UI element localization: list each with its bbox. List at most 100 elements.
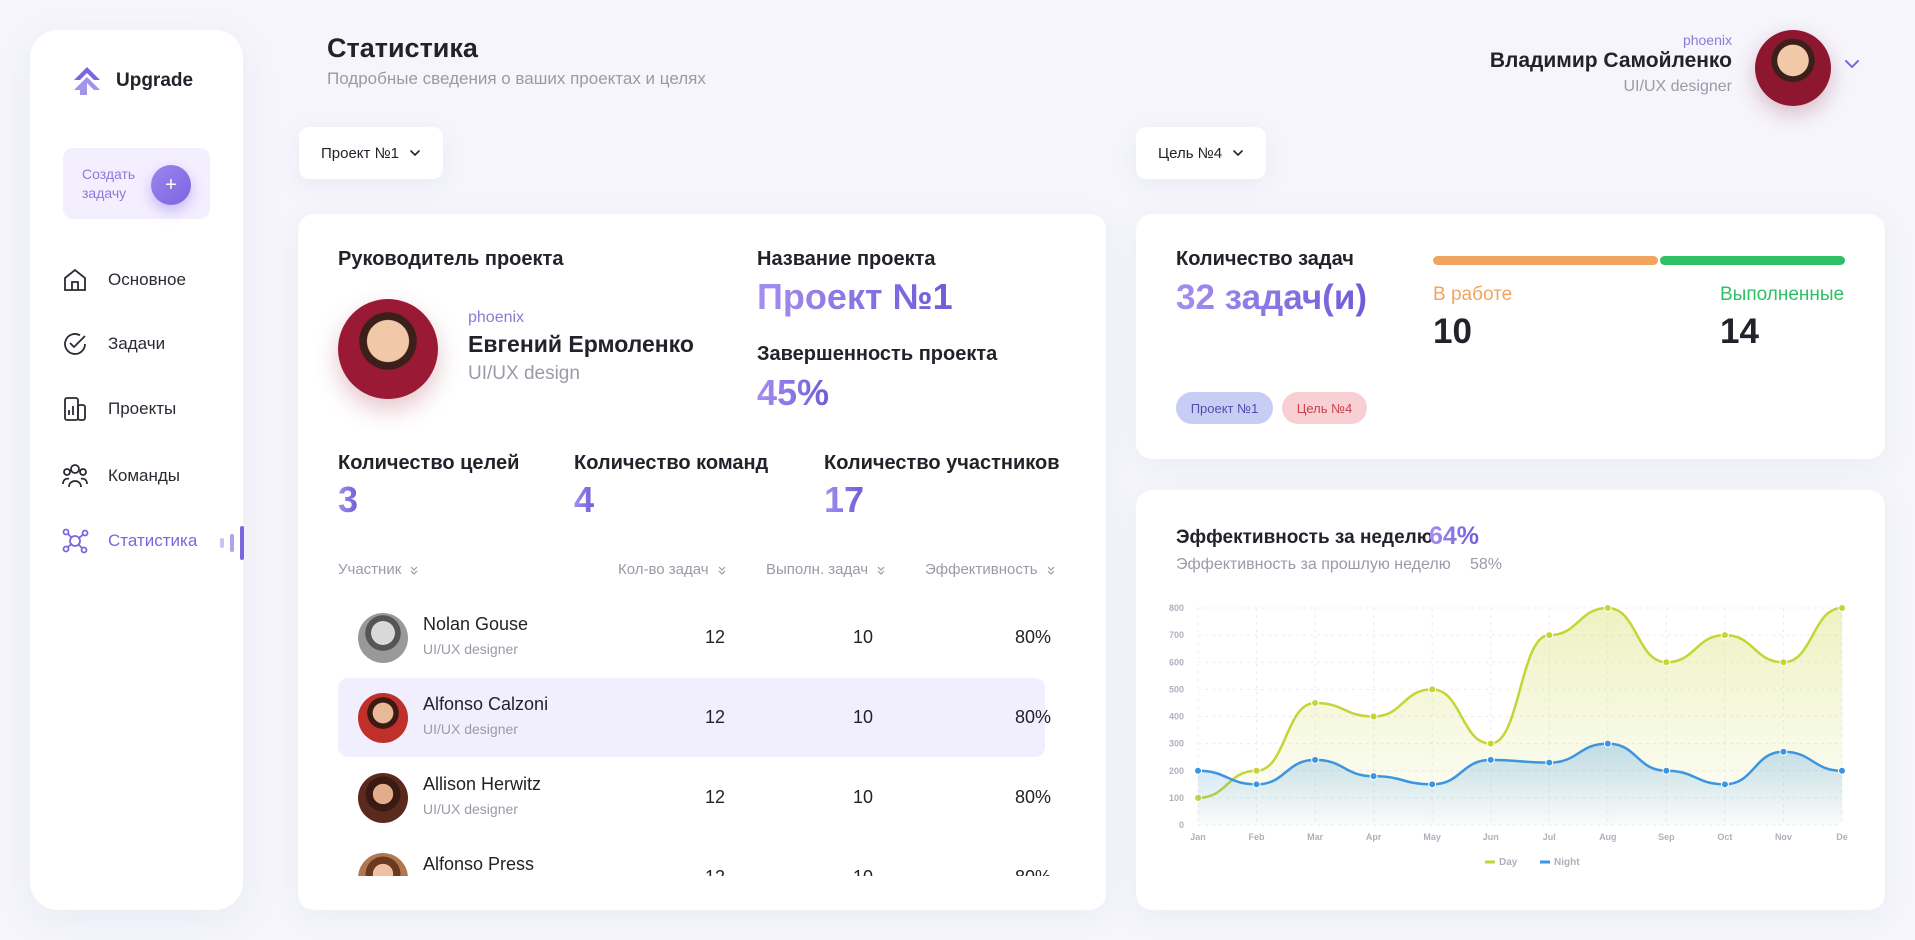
- logo[interactable]: Upgrade: [72, 65, 193, 97]
- member-tasks: 12: [704, 707, 726, 727]
- data-point: [1779, 658, 1788, 667]
- table-row[interactable]: Nolan Gouse UI/UX designer 12 10 80%: [338, 598, 1051, 677]
- project-dropdown-value: Проект №1: [321, 144, 400, 162]
- efficiency-chart[interactable]: 0 100 200 300 400 500 600 700 800 Jan Feb Mar Apr May…: [1160, 590, 1860, 880]
- member-name: Alfonso Press: [423, 854, 535, 874]
- table-row[interactable]: Allison Herwitz UI/UX designer 12 10 80%: [338, 758, 1051, 837]
- member-role: UI/UX designer: [423, 641, 518, 657]
- y-tick-label: 400: [1169, 712, 1184, 722]
- in-progress-label: В работе: [1433, 284, 1513, 305]
- table-row[interactable]: Alfonso Press UI/UX designer 12 10 80%: [338, 838, 1051, 876]
- efficiency-value: 64%: [1429, 522, 1480, 550]
- user-info[interactable]: phoenix Владимир Самойленко UI/UX design…: [1490, 32, 1732, 96]
- efficiency-label: Эффективность за неделю: [1176, 527, 1433, 548]
- column-header-member[interactable]: Участник: [338, 561, 419, 578]
- teams-icon: [60, 461, 90, 491]
- data-point: [1369, 772, 1378, 781]
- chevron-down-icon: [1233, 150, 1243, 157]
- sidebar-item-label: Команды: [108, 466, 181, 485]
- lead-label: Руководитель проекта: [338, 248, 564, 270]
- sidebar-item-tasks[interactable]: Задачи: [60, 329, 165, 359]
- column-header-done[interactable]: Выполн. задач: [766, 561, 886, 578]
- teams-label: Количество команд: [574, 452, 769, 474]
- data-point: [1194, 766, 1202, 775]
- user-role: UI/UX designer: [1623, 78, 1733, 95]
- x-tick-label: Apr: [1366, 832, 1382, 842]
- sidebar-item-label: Задачи: [108, 334, 166, 353]
- lead-role: UI/UX design: [468, 363, 580, 384]
- y-tick-label: 700: [1169, 630, 1184, 640]
- data-point: [1603, 739, 1612, 748]
- member-efficiency: 80%: [1014, 627, 1052, 647]
- member-name: Nolan Gouse: [423, 614, 529, 634]
- create-task-label: Создать задачу: [82, 166, 136, 201]
- data-point: [1838, 604, 1846, 612]
- y-tick-label: 100: [1169, 793, 1184, 803]
- efficiency-prev-label: Эффективность за прошлую неделю: [1176, 556, 1451, 573]
- completion-value: 45%: [757, 372, 830, 413]
- data-point: [1252, 780, 1261, 789]
- plus-icon[interactable]: +: [151, 165, 191, 205]
- y-tick-label: 800: [1169, 603, 1184, 613]
- table-clip: Alfonso Press UI/UX designer 12 10 80%: [298, 838, 1106, 876]
- x-tick-label: Aug: [1599, 832, 1617, 842]
- members-label: Количество участников: [824, 452, 1060, 474]
- projects-icon: [60, 394, 90, 424]
- member-avatar: [358, 773, 408, 823]
- sidebar-item-label: Основное: [108, 270, 186, 289]
- check-circle-icon: [60, 329, 90, 359]
- project-dropdown[interactable]: Проект №1: [299, 127, 444, 179]
- x-tick-label: Sep: [1658, 832, 1675, 842]
- legend-label: Night: [1554, 857, 1580, 868]
- home-icon: [60, 265, 90, 295]
- column-header-efficiency[interactable]: Эффективность: [925, 561, 1056, 578]
- sidebar-item-teams[interactable]: Команды: [60, 461, 180, 491]
- member-done: 10: [852, 707, 874, 727]
- lead-avatar[interactable]: [338, 299, 438, 399]
- column-header-tasks[interactable]: Кол-во задач: [618, 561, 727, 578]
- create-task-button[interactable]: Создать задачу +: [63, 148, 210, 219]
- x-tick-label: Jan: [1190, 832, 1206, 842]
- done-value: 14: [1720, 312, 1759, 351]
- page-subtitle: Подробные сведения о ваших проектах и це…: [327, 69, 706, 88]
- project-name-value: Проект №1: [757, 276, 953, 317]
- user-name: Владимир Самойленко: [1489, 49, 1732, 72]
- x-tick-label: Jun: [1483, 832, 1499, 842]
- chevron-down-icon: [410, 150, 420, 157]
- data-point: [1662, 658, 1671, 667]
- data-point: [1662, 766, 1671, 775]
- goals-value: 3: [338, 479, 359, 520]
- tag-project[interactable]: Проект №1: [1176, 392, 1273, 424]
- sidebar-item-projects[interactable]: Проекты: [60, 394, 176, 424]
- data-point: [1720, 780, 1729, 789]
- column-header-label: Участник: [338, 561, 402, 578]
- member-avatar: [358, 853, 408, 876]
- member-role: UI/UX designer: [423, 721, 518, 737]
- column-header-label: Кол-во задач: [618, 561, 709, 578]
- member-tasks: 12: [704, 787, 726, 807]
- active-indicator: [220, 526, 244, 560]
- member-avatar: [358, 613, 408, 663]
- member-done: 10: [833, 867, 893, 876]
- y-tick-label: 600: [1169, 657, 1184, 667]
- tag-goal[interactable]: Цель №4: [1282, 392, 1367, 424]
- data-point: [1545, 758, 1554, 767]
- tasks-label: Количество задач: [1176, 248, 1354, 270]
- data-point: [1486, 755, 1495, 764]
- member-name: Alfonso Calzoni: [423, 694, 549, 714]
- x-tick-label: Mar: [1307, 832, 1324, 842]
- x-tick-label: Feb: [1249, 832, 1266, 842]
- sidebar-item-main[interactable]: Основное: [60, 265, 186, 295]
- chevron-down-icon[interactable]: [1843, 58, 1861, 70]
- data-point: [1838, 766, 1846, 775]
- lead-tag: phoenix: [468, 309, 525, 326]
- goal-dropdown[interactable]: Цель №4: [1136, 127, 1267, 179]
- goals-label: Количество целей: [338, 452, 520, 474]
- avatar[interactable]: [1755, 30, 1831, 106]
- sidebar-item-statistics[interactable]: Статистика: [60, 526, 197, 556]
- y-tick-label: 500: [1169, 684, 1184, 694]
- sidebar-item-label: Статистика: [108, 531, 198, 550]
- data-point: [1428, 780, 1437, 789]
- sidebar: Upgrade Создать задачу + Основное Задачи…: [30, 30, 244, 910]
- table-row[interactable]: Alfonso Calzoni UI/UX designer 12 10 80%: [338, 678, 1051, 757]
